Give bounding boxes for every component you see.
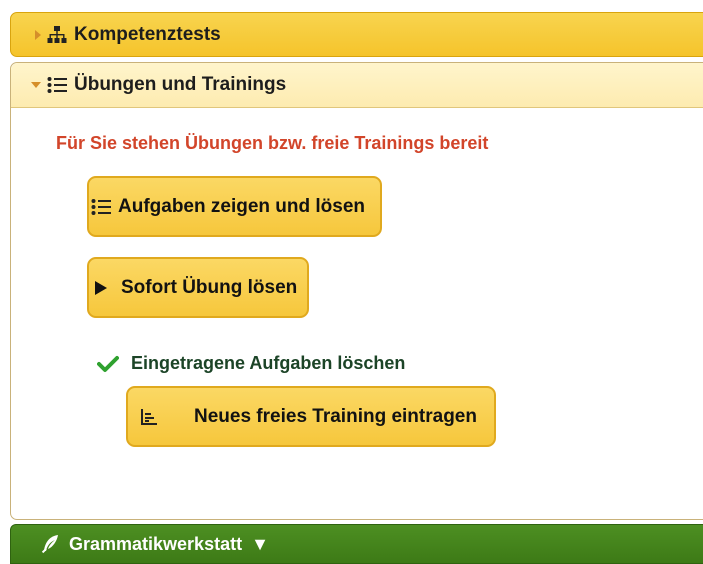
accordion-title-uebungen: Übungen und Trainings xyxy=(74,74,287,95)
instant-exercise-label: Sofort Übung lösen xyxy=(121,276,298,298)
caret-right-icon xyxy=(35,29,41,40)
accordion-header-kompetenztests[interactable]: Kompetenztests xyxy=(10,12,703,57)
accordion-panel-uebungen: Übungen und Trainings Für Sie stehen Übu… xyxy=(10,62,703,520)
feather-icon xyxy=(41,534,59,554)
dropdown-arrow-icon: ▼ xyxy=(251,533,269,554)
show-tasks-button[interactable]: Aufgaben zeigen und lösen xyxy=(87,176,382,237)
new-training-label: Neues freies Training eintragen xyxy=(194,405,477,427)
instant-exercise-button[interactable]: Sofort Übung lösen xyxy=(87,257,309,318)
intro-text: Für Sie stehen Übungen bzw. freie Traini… xyxy=(56,133,489,153)
sitemap-icon xyxy=(47,25,67,44)
accordion-title-grammatik: Grammatikwerkstatt xyxy=(69,533,243,554)
delete-tasks-label: Eingetragene Aufgaben löschen xyxy=(131,353,406,373)
show-tasks-label: Aufgaben zeigen und lösen xyxy=(118,195,366,217)
accordion-header-uebungen[interactable]: Übungen und Trainings xyxy=(11,63,703,108)
list-icon xyxy=(91,198,111,216)
delete-tasks-link[interactable]: Eingetragene Aufgaben löschen xyxy=(97,353,405,374)
list-icon xyxy=(47,76,67,94)
new-training-button[interactable]: Neues freies Training eintragen xyxy=(126,386,496,447)
play-icon xyxy=(95,280,107,295)
check-icon xyxy=(97,355,119,373)
accordion-header-grammatik[interactable]: Grammatikwerkstatt ▼ xyxy=(10,524,703,564)
chart-icon xyxy=(140,408,158,426)
caret-down-icon xyxy=(31,82,41,88)
accordion-title-kompetenztests: Kompetenztests xyxy=(74,23,221,45)
